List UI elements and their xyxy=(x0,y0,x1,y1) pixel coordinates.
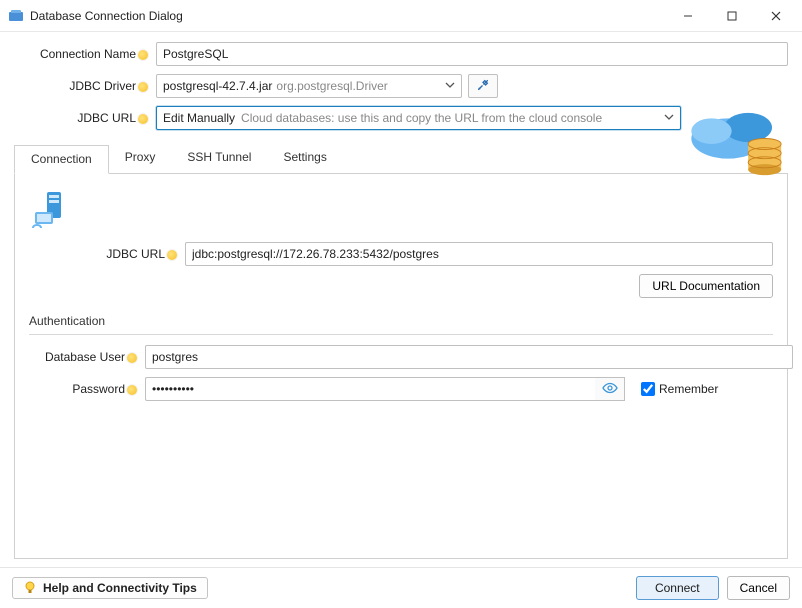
tab-settings[interactable]: Settings xyxy=(267,144,342,173)
database-user-input[interactable] xyxy=(145,345,793,369)
jdbc-url-mode-dropdown[interactable]: Edit Manually Cloud databases: use this … xyxy=(156,106,681,130)
lightbulb-icon xyxy=(23,581,37,595)
chevron-down-icon xyxy=(445,79,455,93)
url-documentation-button[interactable]: URL Documentation xyxy=(639,274,773,298)
cancel-button[interactable]: Cancel xyxy=(727,576,790,600)
authentication-section-title: Authentication xyxy=(29,314,773,328)
divider xyxy=(29,334,773,335)
cloud-database-icon xyxy=(684,100,794,185)
show-password-button[interactable] xyxy=(595,377,625,401)
bulb-icon xyxy=(167,250,177,260)
bulb-icon xyxy=(138,50,148,60)
connection-name-input[interactable] xyxy=(156,42,788,66)
chevron-down-icon xyxy=(664,111,674,125)
jdbc-url-mode-hint: Cloud databases: use this and copy the U… xyxy=(241,111,602,125)
dialog-footer: Help and Connectivity Tips Connect Cance… xyxy=(0,567,802,608)
remember-checkbox[interactable]: Remember xyxy=(637,379,793,399)
jdbc-url-label: JDBC URL xyxy=(14,111,156,125)
connect-button[interactable]: Connect xyxy=(636,576,719,600)
jdbc-url-mode-value: Edit Manually xyxy=(163,111,235,125)
bulb-icon xyxy=(138,114,148,124)
bulb-icon xyxy=(127,353,137,363)
help-connectivity-button[interactable]: Help and Connectivity Tips xyxy=(12,577,208,599)
tab-panel-connection: JDBC URL URL Documentation Authenticatio… xyxy=(14,174,788,559)
minimize-button[interactable] xyxy=(666,1,710,31)
jdbc-driver-combo[interactable]: postgresql-42.7.4.jar org.postgresql.Dri… xyxy=(156,74,462,98)
eye-icon xyxy=(602,380,618,399)
app-icon xyxy=(8,8,24,24)
jdbc-url-input[interactable] xyxy=(185,242,773,266)
connection-name-label: Connection Name xyxy=(14,47,156,61)
tab-bar: Connection Proxy SSH Tunnel Settings xyxy=(14,144,788,174)
close-button[interactable] xyxy=(754,1,798,31)
tab-proxy[interactable]: Proxy xyxy=(109,144,172,173)
password-input[interactable] xyxy=(145,377,595,401)
jdbc-driver-label: JDBC Driver xyxy=(14,79,156,93)
remember-checkbox-input[interactable] xyxy=(641,382,655,396)
titlebar: Database Connection Dialog xyxy=(0,0,802,32)
remember-label: Remember xyxy=(659,382,718,396)
tab-ssh-tunnel[interactable]: SSH Tunnel xyxy=(171,144,267,173)
tools-icon xyxy=(476,78,490,95)
help-label: Help and Connectivity Tips xyxy=(43,581,197,595)
database-server-icon xyxy=(29,188,73,232)
jdbc-url-field-label: JDBC URL xyxy=(29,247,185,261)
window-title: Database Connection Dialog xyxy=(30,9,666,23)
jdbc-driver-value: postgresql-42.7.4.jar xyxy=(163,79,272,93)
configure-driver-button[interactable] xyxy=(468,74,498,98)
password-label: Password xyxy=(33,382,145,396)
jdbc-driver-class: org.postgresql.Driver xyxy=(276,79,387,93)
bulb-icon xyxy=(138,82,148,92)
tab-connection[interactable]: Connection xyxy=(14,145,109,174)
database-user-label: Database User xyxy=(33,350,145,364)
maximize-button[interactable] xyxy=(710,1,754,31)
bulb-icon xyxy=(127,385,137,395)
